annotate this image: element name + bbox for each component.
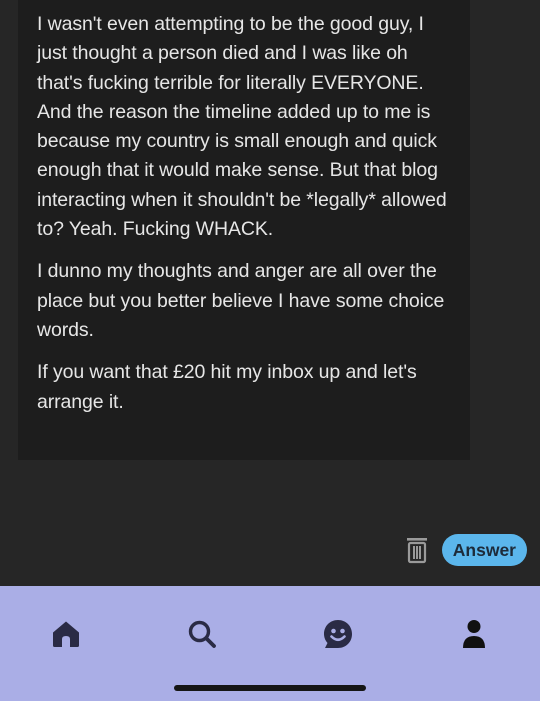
nav-search[interactable]	[180, 612, 224, 656]
message-paragraph: I wasn't even attempting to be the good …	[37, 13, 447, 241]
nav-activity[interactable]	[316, 612, 360, 656]
nav-home[interactable]	[44, 612, 88, 656]
ask-actions: Answer	[406, 534, 527, 566]
message-paragraph: I dunno my thoughts and anger are all ov…	[37, 260, 445, 341]
home-icon	[53, 621, 79, 647]
nav-account[interactable]	[452, 612, 496, 656]
trash-icon	[406, 538, 427, 564]
smiley-icon	[324, 620, 352, 648]
message-paragraph: If you want that £20 hit my inbox up and…	[37, 361, 417, 413]
bottom-navigation-bar	[0, 586, 540, 701]
delete-button[interactable]	[406, 535, 428, 565]
home-indicator	[174, 685, 366, 691]
ask-message-card: I wasn't even attempting to be the good …	[18, 0, 470, 460]
account-icon	[463, 620, 485, 648]
answer-button[interactable]: Answer	[441, 534, 527, 566]
search-icon	[188, 620, 216, 648]
